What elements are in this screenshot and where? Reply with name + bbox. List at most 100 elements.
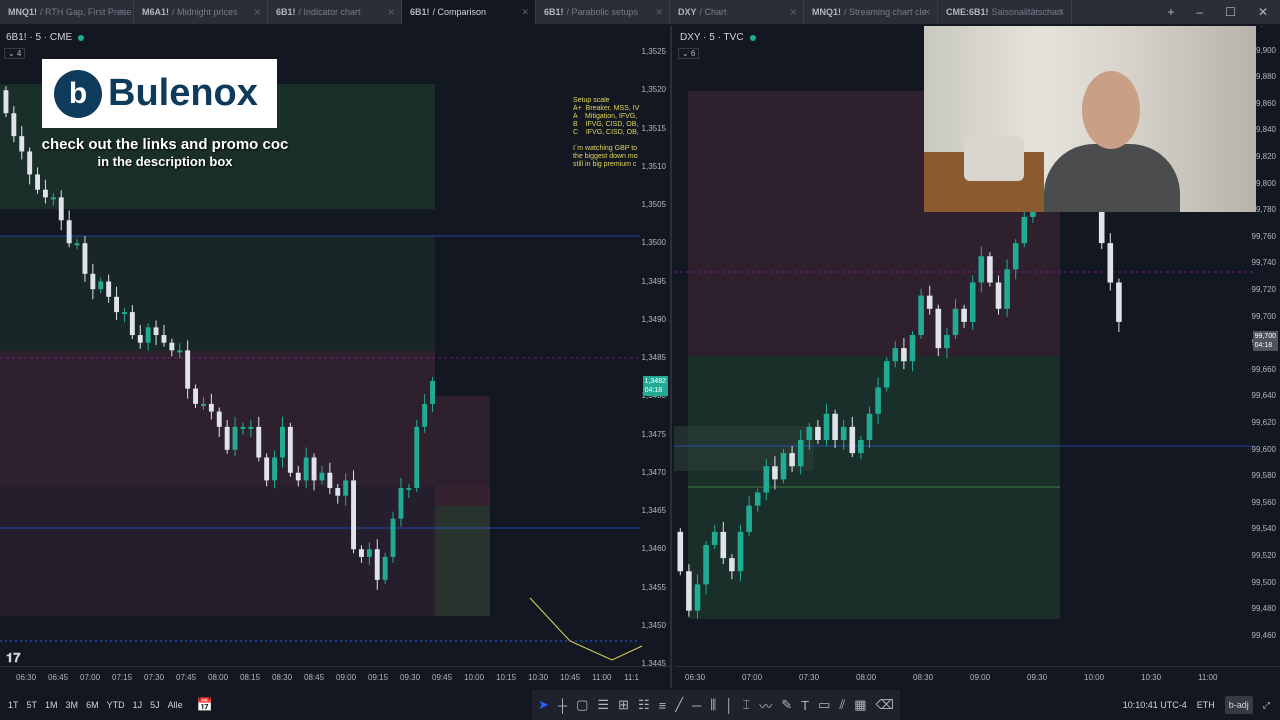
time-axis[interactable]: 06:30 07:00 07:30 08:00 08:30 09:00 09:30 10:00… xyxy=(674,666,1280,688)
candle xyxy=(703,545,709,585)
price-tick: 1,3510 xyxy=(641,161,666,171)
eraser-icon[interactable]: ⌫ xyxy=(875,697,893,713)
tab-4[interactable]: 6B1! / Parabolic setups ✕ xyxy=(536,0,670,24)
crosshair-icon[interactable]: ┼ xyxy=(558,698,567,713)
range-1M[interactable]: 1M xyxy=(45,700,58,710)
candle xyxy=(256,426,262,458)
zone xyxy=(0,236,435,351)
webcam-person xyxy=(1044,66,1180,212)
time-axis[interactable]: 06:30 06:45 07:00 07:15 07:30 07:45 08:00 08:15… xyxy=(0,666,670,688)
adjust-toggle[interactable]: b-adj xyxy=(1224,696,1253,714)
pattern-icon[interactable]: ▦ xyxy=(854,697,866,713)
rectangle-icon[interactable]: ▢ xyxy=(576,697,588,713)
candle xyxy=(106,281,112,297)
minimize-button[interactable]: – xyxy=(1196,5,1203,19)
candle xyxy=(961,308,967,322)
close-tab-icon[interactable]: ✕ xyxy=(387,7,395,18)
range-5T[interactable]: 5T xyxy=(27,700,38,710)
webcam-overlay xyxy=(924,26,1256,212)
trendline-icon[interactable]: ╱ xyxy=(675,697,683,713)
candle xyxy=(129,312,135,336)
close-window-button[interactable]: ✕ xyxy=(1258,5,1268,19)
brush-icon[interactable]: ✎ xyxy=(781,697,792,713)
time-tick: 08:15 xyxy=(240,673,261,682)
candle xyxy=(746,505,752,532)
bars-icon[interactable]: ⫼ xyxy=(710,697,716,713)
candle xyxy=(216,411,222,427)
candle xyxy=(82,243,88,274)
candle xyxy=(1107,243,1114,283)
chart-pane-6b1[interactable]: 6B1! · 5 · CME ⌄ 4 b Bulenox check out th… xyxy=(0,26,672,688)
fullscreen-icon[interactable]: ⤢ xyxy=(1263,700,1270,711)
tab-7[interactable]: CME:6B1! Saisonalitätschart ✕ xyxy=(938,0,1072,24)
price-tag: 1,3482 04:18 xyxy=(642,376,668,396)
candle xyxy=(729,558,735,572)
grid-icon[interactable]: ⊞ xyxy=(618,697,629,713)
callout-icon[interactable]: ▭ xyxy=(818,697,830,713)
range-1J[interactable]: 1J xyxy=(133,700,143,710)
candle xyxy=(806,426,813,440)
range-3M[interactable]: 3M xyxy=(66,700,79,710)
price-tick: 1,3450 xyxy=(641,620,666,630)
candle xyxy=(789,453,795,467)
vertical-line-icon[interactable]: │ xyxy=(725,698,733,713)
price-tick: 99,620 xyxy=(1251,418,1276,427)
candle xyxy=(978,256,985,283)
range-5J[interactable]: 5J xyxy=(150,700,160,710)
candle xyxy=(866,413,873,440)
time-tick: 07:00 xyxy=(742,673,763,682)
price-tick: 1,3485 xyxy=(641,353,666,362)
close-tab-icon[interactable]: ✕ xyxy=(1057,7,1065,18)
candle xyxy=(406,488,412,491)
tab-5[interactable]: DXY / Chart ✕ xyxy=(670,0,804,24)
session-toggle[interactable]: ETH xyxy=(1197,700,1215,710)
indicators-toggle[interactable]: ⌄ 4 xyxy=(4,48,26,59)
candle xyxy=(1116,282,1122,322)
candle xyxy=(832,413,838,440)
indicators-toggle[interactable]: ⌄ 6 xyxy=(678,48,700,59)
horizontal-ray-icon[interactable]: ─ xyxy=(692,698,701,713)
range-1T[interactable]: 1T xyxy=(8,700,19,710)
close-tab-icon[interactable]: ✕ xyxy=(119,7,127,18)
close-tab-icon[interactable]: ✕ xyxy=(253,7,261,18)
parallel-icon[interactable]: ≡ xyxy=(659,698,667,713)
time-tick: 10:30 xyxy=(528,673,549,682)
fib-icon[interactable]: ☰ xyxy=(597,697,609,713)
range-6M[interactable]: 6M xyxy=(86,700,99,710)
measure-icon[interactable]: ⫽ xyxy=(839,697,845,713)
tab-1[interactable]: M6A1! / Midnight prices ✕ xyxy=(134,0,268,24)
close-tab-icon[interactable]: ✕ xyxy=(789,7,797,18)
candle xyxy=(248,426,254,429)
candle xyxy=(280,426,285,458)
range-YTD[interactable]: YTD xyxy=(107,700,125,710)
time-tick: 08:30 xyxy=(272,673,293,682)
lines-icon[interactable]: ☷ xyxy=(638,697,650,713)
price-axis[interactable]: 1,3525 1,3520 1,3515 1,3510 1,3505 1,3500 1,34… xyxy=(638,26,670,668)
candle xyxy=(327,472,333,489)
candle xyxy=(918,295,924,335)
candle xyxy=(858,440,864,454)
price-range-icon[interactable]: ⌶ xyxy=(742,697,750,713)
time-tick: 08:00 xyxy=(208,673,229,682)
time-tick: 08:30 xyxy=(913,673,934,682)
symbol-label[interactable]: 6B1! · 5 · CME xyxy=(6,32,85,43)
candle xyxy=(193,388,198,404)
close-tab-icon[interactable]: ✕ xyxy=(521,7,529,18)
maximize-button[interactable]: ☐ xyxy=(1225,5,1236,19)
candle xyxy=(883,361,890,388)
close-tab-icon[interactable]: ✕ xyxy=(655,7,663,18)
tab-3[interactable]: 6B1! / Comparison ✕ xyxy=(402,0,536,24)
symbol-label[interactable]: DXY · 5 · TVC xyxy=(680,32,756,43)
path-icon[interactable]: 〰 xyxy=(759,696,772,715)
tab-0[interactable]: MNQ1! / RTH Gap, First Prese ✕ xyxy=(0,0,134,24)
candle xyxy=(90,273,96,290)
tab-2[interactable]: 6B1! / Indicator chart ✕ xyxy=(268,0,402,24)
calendar-goto-icon[interactable]: 📅 xyxy=(197,697,213,713)
text-icon[interactable]: T xyxy=(801,698,809,713)
tab-6[interactable]: MNQ1! / Streaming chart cle ✕ xyxy=(804,0,938,24)
add-tab-button[interactable]: + xyxy=(1167,5,1174,19)
cursor-icon[interactable]: ➤ xyxy=(538,697,549,713)
close-tab-icon[interactable]: ✕ xyxy=(923,7,931,18)
setup-note: Setup scale A+ Breaker, MSS, IVF A Mitig… xyxy=(573,97,640,168)
range-Alle[interactable]: Alle xyxy=(168,700,183,710)
